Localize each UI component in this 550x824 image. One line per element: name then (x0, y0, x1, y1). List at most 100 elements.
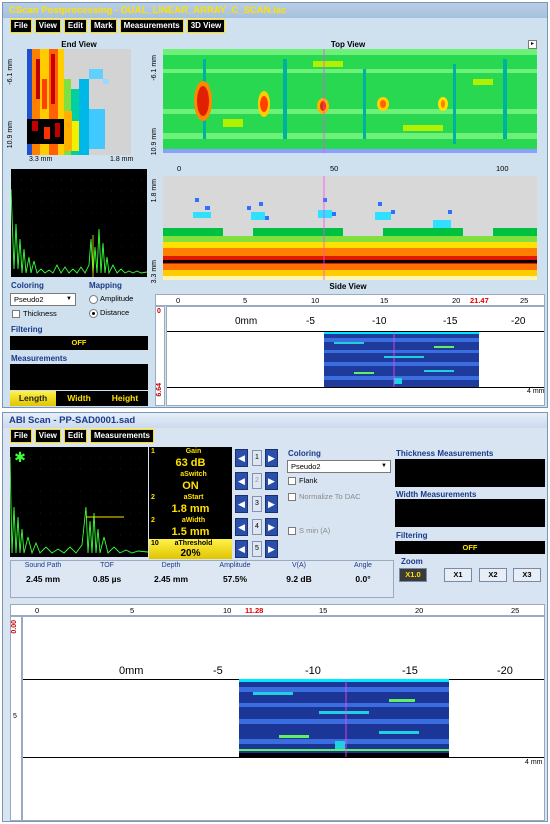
abi-menu-edit[interactable]: Edit (63, 429, 87, 443)
abi-bscan-scale-0: 0mm (119, 665, 144, 677)
mini-button-5[interactable]: 5 (252, 541, 262, 557)
thickness-checkbox[interactable] (12, 310, 20, 318)
param-awidth[interactable]: 2 aWidth 1.5 mm (149, 516, 232, 539)
aswitch-decrease-button[interactable]: ◀ (235, 472, 248, 490)
coloring-label: Coloring (11, 281, 44, 290)
amplitude-radio[interactable] (89, 295, 98, 304)
abi-bscan-left-top: 0.00 (11, 620, 18, 634)
zoom-x2-button[interactable]: X2 (479, 568, 507, 582)
abi-menu-measurements[interactable]: Measurements (89, 429, 155, 443)
abi-menu-file[interactable]: File (10, 429, 32, 443)
astart-increase-button[interactable]: ▶ (265, 495, 278, 513)
filtering-value-box[interactable]: OFF (10, 336, 148, 350)
measurements-label: Measurements (11, 354, 68, 363)
aswitch-increase-button[interactable]: ▶ (265, 472, 278, 490)
menu-3d-view[interactable]: 3D View (186, 19, 226, 33)
ruler-tick-20: 20 (452, 296, 461, 305)
zoom-x1-button[interactable]: X1 (444, 568, 472, 582)
meas-value-sound-path: 2.45 mm (25, 574, 61, 584)
menu-mark[interactable]: Mark (89, 19, 117, 33)
meas-value-amplitude: 57.5% (222, 574, 248, 584)
side-view-image[interactable] (163, 176, 537, 280)
side-view-y-top: 1.8 mm (151, 179, 158, 203)
width-measurements-label: Width Measurements (396, 490, 477, 499)
menu-file[interactable]: File (10, 19, 32, 33)
param-aswitch[interactable]: aSwitch ON (149, 470, 232, 493)
top-view-y-bottom: 10.9 mm (151, 128, 158, 156)
top-ascan-scope[interactable] (11, 169, 147, 277)
abi-bscan-ruler: 0 5 10 11.28 15 20 25 (10, 604, 545, 616)
zoom-x1-0-button[interactable]: X1.0 (399, 568, 427, 582)
top-bscan-left-top: 0 (157, 308, 161, 315)
athreshold-increase-button[interactable]: ▶ (265, 540, 278, 558)
width-measurements-box (395, 499, 545, 527)
meas-value-tof: 0.85 µs (92, 574, 122, 584)
athreshold-decrease-button[interactable]: ◀ (235, 540, 248, 558)
coloring-select[interactable]: Pseudo2 (10, 293, 76, 306)
mini-button-3[interactable]: 3 (252, 496, 262, 512)
mini-button-4[interactable]: 4 (252, 519, 262, 535)
top-view-cscan[interactable] (163, 49, 537, 153)
length-button[interactable]: Length (10, 391, 56, 406)
meas-header-tof: TOF (100, 562, 114, 569)
menu-measurements[interactable]: Measurements (119, 19, 184, 33)
awidth-increase-button[interactable]: ▶ (265, 518, 278, 536)
abi-window: ABI Scan - PP-SAD0001.sad File View Edit… (2, 412, 548, 822)
abi-coloring-select[interactable]: Pseudo2 (287, 460, 391, 473)
abi-bscan-back-line (23, 757, 544, 758)
astart-decrease-button[interactable]: ◀ (235, 495, 248, 513)
awidth-decrease-button[interactable]: ◀ (235, 518, 248, 536)
param-gain[interactable]: 1 Gain 63 dB (149, 447, 232, 470)
distance-radio[interactable] (89, 309, 98, 318)
gain-increase-button[interactable]: ▶ (265, 449, 278, 467)
meas-header-va: V(A) (292, 562, 306, 569)
cscan-menu-bar: File View Edit Mark Measurements 3D View (10, 19, 226, 35)
height-button[interactable]: Height (102, 391, 148, 406)
smin-checkbox[interactable] (288, 527, 296, 535)
normalize-dac-label: Normalize To DAC (299, 492, 361, 501)
abi-ruler-tick-25: 25 (511, 606, 520, 615)
abi-ruler-marker: 11.28 (245, 606, 264, 615)
top-bscan-scale-20: -20 (511, 316, 526, 327)
end-view-x-right: 1.8 mm (110, 156, 134, 163)
top-view-y-top: -6.1 mm (151, 55, 158, 81)
flank-label: Flank (299, 476, 318, 485)
menu-view[interactable]: View (34, 19, 61, 33)
abi-ascan-scope[interactable] (10, 447, 148, 557)
thickness-measurements-box (395, 459, 545, 487)
abi-bscan-unit: 4 mm (525, 759, 543, 766)
abi-bscan-left-mid: 5 (13, 713, 17, 720)
meas-value-angle: 0.0° (355, 574, 371, 584)
top-bscan-left-bottom: 6.64 (156, 383, 163, 397)
thickness-label: Thickness (23, 309, 57, 318)
top-bscan-ruler: 0 5 10 15 20 21.47 25 (155, 294, 545, 306)
ruler-marker: 21.47 (470, 296, 489, 305)
ruler-tick-25: 25 (520, 296, 529, 305)
top-view-menu-icon[interactable]: ▸ (528, 40, 537, 49)
cscan-window: CScan Postprocessing - DUAL_LINEAR_ARRAY… (2, 2, 548, 408)
mini-button-2[interactable]: 2 (252, 473, 262, 489)
width-button[interactable]: Width (56, 391, 102, 406)
flank-checkbox[interactable] (288, 477, 296, 485)
zoom-x3-button[interactable]: X3 (513, 568, 541, 582)
top-bscan-image (324, 332, 479, 387)
gain-decrease-button[interactable]: ◀ (235, 449, 248, 467)
end-view-x-left: 3.3 mm (29, 156, 53, 163)
menu-edit[interactable]: Edit (63, 19, 87, 33)
zoom-label: Zoom (401, 557, 423, 566)
mini-button-1[interactable]: 1 (252, 450, 262, 466)
meas-header-sound-path: Sound Path (24, 562, 62, 569)
ruler-tick-5: 5 (243, 296, 248, 305)
top-view-tick-100: 100 (496, 164, 509, 173)
abi-filtering-value: OFF (462, 543, 478, 552)
abi-filtering-label: Filtering (396, 531, 428, 540)
freeze-icon[interactable]: ✱ (12, 449, 28, 465)
abi-filtering-box[interactable]: OFF (395, 541, 545, 554)
param-astart[interactable]: 2 aStart 1.8 mm (149, 493, 232, 516)
abi-menu-view[interactable]: View (34, 429, 61, 443)
normalize-dac-checkbox[interactable] (288, 493, 296, 501)
top-bscan-scale-10: -10 (372, 316, 387, 327)
end-view-image[interactable] (27, 49, 131, 155)
param-athreshold[interactable]: 10 aThreshold 20% (149, 539, 232, 559)
end-view-y-bottom: 10.9 mm (7, 121, 14, 149)
